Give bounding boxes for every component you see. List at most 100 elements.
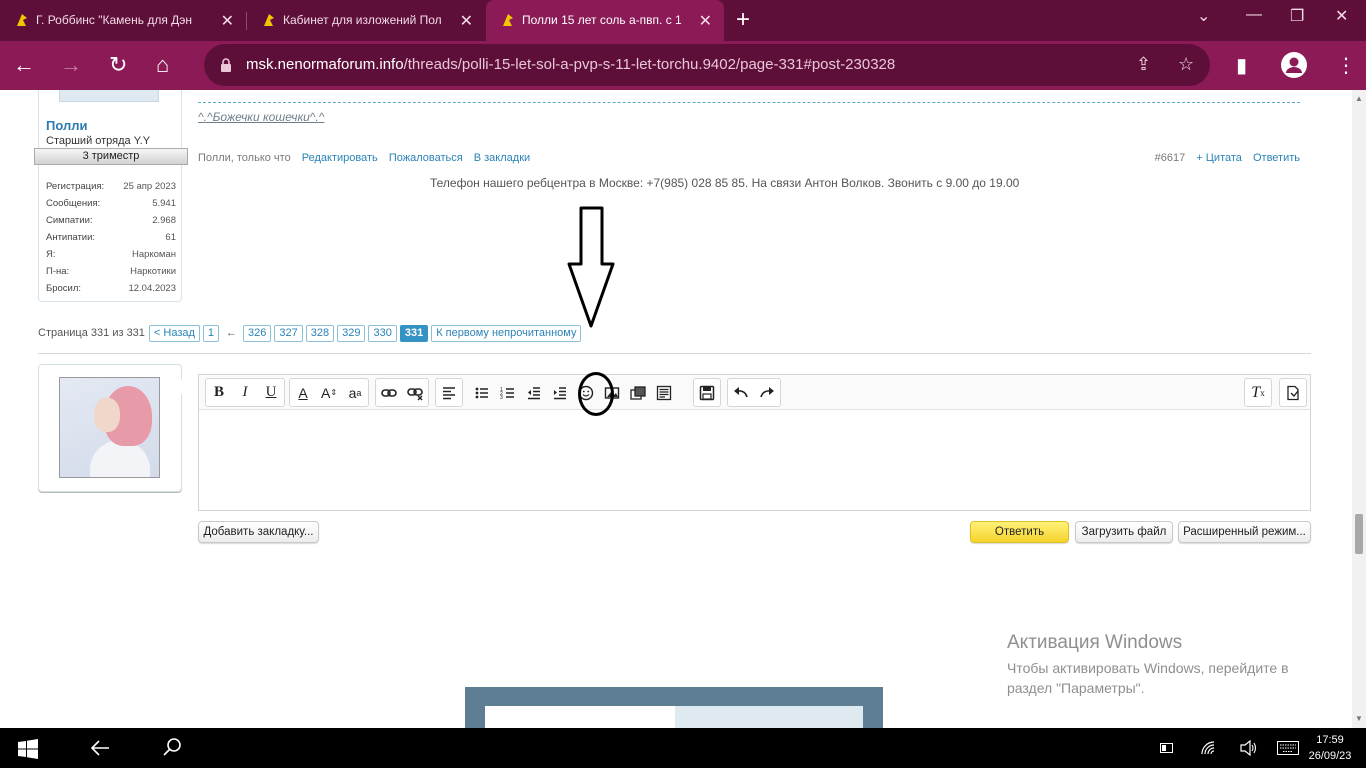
italic-icon[interactable]: I — [232, 379, 258, 406]
keyboard-icon[interactable] — [1277, 741, 1299, 755]
page-link[interactable]: 327 — [274, 324, 303, 342]
watermark-title: Активация Windows — [1007, 632, 1183, 653]
save-group — [693, 378, 721, 407]
indent-icon[interactable] — [547, 379, 573, 406]
menu-icon[interactable]: ⋮ — [1336, 53, 1356, 78]
pagination: Страница 331 из 331 < Назад 1 ← 326 327 … — [38, 324, 584, 342]
windows-activation-watermark: Активация Windows Чтобы активировать Win… — [1007, 632, 1317, 698]
page-link-first[interactable]: 1 — [202, 324, 220, 342]
side-panel-icon[interactable]: ▮ — [1236, 53, 1247, 78]
font-family-icon[interactable]: aa — [342, 379, 368, 406]
wifi-icon[interactable] — [1200, 740, 1218, 756]
bookmark-star-icon[interactable]: ☆ — [1178, 54, 1194, 75]
tab-1[interactable]: Г. Роббинс "Камень для Дэн ✕ — [0, 0, 246, 41]
page-jump-arrow[interactable]: ← — [226, 327, 237, 339]
stat-row: Симпатии: 2.968 — [46, 215, 176, 226]
editor-toolbar: B I U A A ⇕ aa 1 2 3 T x — [199, 375, 1310, 410]
profile-avatar-icon[interactable] — [1281, 52, 1307, 78]
tab-2[interactable]: Кабинет для изложений Пол ✕ — [247, 0, 485, 41]
link-icon[interactable] — [376, 379, 402, 406]
close-tab-icon[interactable]: ✕ — [699, 11, 712, 31]
new-tab-button[interactable]: + — [736, 8, 750, 32]
page-link[interactable]: 329 — [337, 324, 366, 342]
close-tab-icon[interactable]: ✕ — [221, 11, 234, 31]
stat-row: Сообщения: 5.941 — [46, 198, 176, 209]
close-tab-icon[interactable]: ✕ — [460, 11, 473, 31]
clear-format-group: Tx — [1244, 378, 1272, 407]
post-number[interactable]: #6617 — [1155, 152, 1186, 164]
font-color-icon[interactable]: A — [290, 379, 316, 406]
stat-row: Бросил: 12.04.2023 — [46, 283, 176, 294]
share-icon[interactable]: ⇪ — [1136, 54, 1151, 75]
add-bookmark-button[interactable]: Добавить закладку... — [198, 521, 319, 543]
toggle-bbcode-icon[interactable] — [1280, 379, 1306, 406]
reply-link[interactable]: Ответить — [1253, 152, 1300, 164]
username-link[interactable]: Полли — [46, 118, 87, 133]
page-link[interactable]: 326 — [243, 324, 272, 342]
undo-icon[interactable] — [728, 379, 754, 406]
clock-date: 26/09/23 — [1308, 750, 1352, 762]
page-link[interactable]: 328 — [305, 324, 335, 342]
forward-button[interactable]: → — [60, 53, 82, 77]
first-unread-button[interactable]: К первому непрочитанному — [431, 324, 582, 342]
history-group — [727, 378, 781, 407]
page-link-current[interactable]: 331 — [399, 324, 429, 342]
stat-row: Регистрация: 25 апр 2023 — [46, 181, 176, 192]
home-button[interactable]: ⌂ — [156, 53, 169, 77]
redo-icon[interactable] — [754, 379, 780, 406]
scroll-thumb[interactable] — [1355, 514, 1363, 554]
prev-page-button[interactable]: < Назад — [148, 324, 200, 342]
quote-link[interactable]: + Цитата — [1196, 152, 1242, 164]
bullet-list-icon[interactable] — [469, 379, 495, 406]
address-bar[interactable]: msk.nenormaforum.info/threads/polli-15-l… — [204, 44, 1210, 86]
report-link[interactable]: Пожаловаться — [389, 152, 463, 164]
upload-file-button[interactable]: Загрузить файл — [1075, 521, 1173, 543]
tab-title: Полли 15 лет соль а-пвп. с 1 — [522, 13, 682, 27]
outdent-icon[interactable] — [521, 379, 547, 406]
back-button[interactable]: ← — [13, 53, 35, 77]
bookmark-link[interactable]: В закладки — [474, 152, 530, 164]
page-link[interactable]: 330 — [368, 324, 397, 342]
url-domain: msk.nenormaforum.info — [246, 56, 404, 73]
tab-3-active[interactable]: Полли 15 лет соль а-пвп. с 1 ✕ — [486, 0, 724, 41]
link-group — [375, 378, 429, 407]
banner-image — [465, 687, 883, 728]
advanced-mode-button[interactable]: Расширенный режим... — [1178, 521, 1311, 543]
system-clock[interactable]: 17:59 26/09/23 — [1306, 732, 1354, 764]
svg-text:3: 3 — [500, 395, 503, 401]
save-draft-icon[interactable] — [694, 379, 720, 406]
forum-page: Полли Старший отряда Y.Y Регистрация: 25 … — [0, 90, 1352, 728]
volume-icon[interactable] — [1240, 740, 1258, 756]
unlink-icon[interactable] — [402, 379, 428, 406]
divider — [38, 353, 1311, 354]
search-icon[interactable] — [162, 737, 182, 757]
remove-format-icon[interactable]: Tx — [1245, 379, 1271, 406]
back-arrow-icon[interactable] — [90, 739, 110, 757]
user-avatar-bottom[interactable] — [59, 90, 159, 102]
tab-search-icon[interactable]: ⌄ — [1197, 6, 1210, 26]
windows-start-icon[interactable] — [18, 739, 38, 759]
scroll-down-icon[interactable]: ▼ — [1355, 714, 1363, 723]
minimize-button[interactable]: — — [1246, 6, 1262, 24]
page-scrollbar[interactable]: ▲ ▼ — [1352, 90, 1366, 728]
avatar[interactable] — [59, 377, 160, 478]
restore-button[interactable]: ❐ — [1290, 6, 1304, 26]
user-rank-ribbon: 3 триместр — [34, 148, 188, 165]
reload-button[interactable]: ↻ — [109, 53, 127, 77]
media-icon[interactable] — [625, 379, 651, 406]
bold-icon[interactable]: B — [206, 379, 232, 406]
underline-icon[interactable]: U — [258, 379, 284, 406]
close-window-button[interactable]: ✕ — [1335, 6, 1348, 26]
reply-button[interactable]: Ответить — [970, 521, 1069, 543]
font-size-icon[interactable]: A ⇕ — [316, 379, 342, 406]
editor-text-area[interactable] — [199, 411, 1310, 510]
numbered-list-icon[interactable]: 123 — [495, 379, 521, 406]
scroll-up-icon[interactable]: ▲ — [1355, 94, 1363, 103]
align-left-icon[interactable] — [436, 379, 462, 406]
lock-icon — [221, 58, 231, 72]
reply-editor[interactable]: B I U A A ⇕ aa 1 2 3 T x — [198, 374, 1311, 511]
align-group — [435, 378, 463, 407]
insert-more-icon[interactable] — [651, 379, 677, 406]
battery-icon[interactable] — [1160, 742, 1174, 754]
edit-link[interactable]: Редактировать — [302, 152, 378, 164]
